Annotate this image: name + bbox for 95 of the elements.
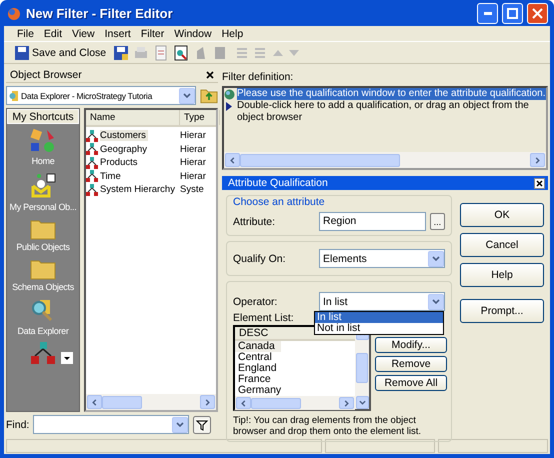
- hierarchy-icon: [86, 170, 98, 182]
- list-item[interactable]: Germany: [235, 385, 288, 396]
- dialog-button[interactable]: Prompt...: [460, 299, 544, 323]
- list-row[interactable]: Products Hierar: [86, 156, 216, 170]
- dialog-button[interactable]: Cancel: [460, 233, 544, 257]
- attribute-label: Attribute:: [233, 216, 276, 228]
- chevron-right-icon: [534, 156, 541, 164]
- close-icon[interactable]: [534, 178, 545, 188]
- shortcut-item[interactable]: My Personal Ob...: [10, 168, 76, 214]
- browse-button[interactable]: ...: [430, 213, 445, 230]
- scrollbar[interactable]: [224, 152, 546, 168]
- shortcut-bar-title: My Shortcuts: [7, 109, 79, 124]
- save-icon: [15, 46, 29, 60]
- preview-icon[interactable]: [173, 44, 190, 60]
- chevron-left-icon: [91, 398, 98, 406]
- menu-item[interactable]: Help: [216, 28, 248, 40]
- hierarchy-icon: [86, 184, 98, 196]
- find-field[interactable]: [33, 415, 190, 434]
- menu-item[interactable]: Edit: [38, 28, 68, 40]
- chevron-right-icon: [204, 398, 211, 406]
- qualify-dropdown[interactable]: Elements: [319, 249, 445, 268]
- menu-item[interactable]: File: [12, 28, 39, 40]
- triangle-icon: [225, 102, 233, 111]
- folder-up-icon[interactable]: [200, 87, 218, 104]
- list-row[interactable]: System Hierarchy Syste: [86, 183, 216, 196]
- app-icon: [6, 5, 22, 21]
- filter-icon[interactable]: [193, 416, 212, 434]
- list-row[interactable]: Geography Hierar: [86, 142, 216, 156]
- person-icon: [29, 172, 57, 200]
- dialog-title: Attribute Qualification: [228, 177, 328, 189]
- scrollbar[interactable]: [86, 394, 216, 410]
- list-item[interactable]: France: [235, 374, 277, 385]
- hierarchy-icon: [86, 130, 98, 142]
- menu-item[interactable]: Filter: [136, 28, 170, 40]
- hierarchy-icon: [86, 156, 98, 169]
- chevron-down-icon: [176, 422, 184, 428]
- chevron-down-icon: [358, 399, 366, 406]
- chevron-left-icon: [240, 400, 247, 406]
- qualify-label: Qualify On:: [233, 252, 287, 264]
- panel-title: Object Browser: [10, 68, 82, 80]
- filter-definition-label: Filter definition:: [222, 71, 294, 83]
- globe-icon: [224, 89, 235, 100]
- list-item[interactable]: England: [235, 363, 283, 374]
- menu-option[interactable]: In list: [315, 312, 443, 323]
- shortcut-item[interactable]: Schema Objects: [12, 254, 74, 294]
- hierarchy-icon: [30, 342, 56, 366]
- shapes-icon: [29, 128, 57, 154]
- operator-label: Operator:: [233, 296, 278, 308]
- shortcut-item[interactable]: Data Explorer: [17, 294, 69, 338]
- list-row[interactable]: Time Hierar: [86, 170, 216, 183]
- close-button[interactable]: [527, 2, 548, 24]
- element-list-label: Element List:: [233, 312, 294, 324]
- chevron-left-icon: [229, 156, 236, 164]
- chevron-down-icon: [432, 256, 440, 262]
- folder-icon: [30, 258, 56, 280]
- dialog-button[interactable]: Help: [460, 263, 544, 287]
- list-button[interactable]: Modify...: [375, 337, 447, 353]
- list-button[interactable]: Remove: [375, 356, 447, 372]
- close-icon: [532, 8, 543, 18]
- attribute-field[interactable]: Region: [319, 212, 426, 231]
- menu-item[interactable]: View: [67, 28, 100, 40]
- maximize-icon: [507, 8, 518, 18]
- minimize-button[interactable]: [477, 2, 498, 24]
- list-row[interactable]: Customers Hierar: [86, 129, 216, 142]
- list-button[interactable]: Remove All: [375, 375, 447, 391]
- menu-item[interactable]: Insert: [100, 28, 136, 40]
- group-title: Choose an attribute: [233, 196, 325, 208]
- hierarchy-icon: [86, 143, 98, 156]
- chevron-down-icon: [432, 298, 440, 304]
- shortcut-item[interactable]: Home: [29, 124, 57, 168]
- operator-dropdown[interactable]: In list: [319, 292, 445, 311]
- chevron-right-icon: [343, 400, 350, 406]
- tip-text: Tip!: You can drag elements from the object browser and drop them onto the element list.: [233, 415, 422, 437]
- save-icon[interactable]: [113, 44, 130, 60]
- dialog-button[interactable]: OK: [460, 203, 544, 227]
- database-icon: [9, 90, 19, 102]
- save-and-close-button[interactable]: Save and Close: [12, 42, 110, 62]
- window-title: New Filter - Filter Editor: [26, 6, 174, 20]
- column-header[interactable]: Name: [86, 110, 180, 125]
- list-item[interactable]: Central: [235, 352, 278, 363]
- filter-definition-box[interactable]: Please use the qualification window to enter the attribute qualification. Double-click here to add a qualification, or drag an object from the object browser: [222, 86, 548, 170]
- scroll-down-icon[interactable]: [61, 352, 73, 364]
- filter-line[interactable]: Double-click here to add a qualification, or drag an object from the object browser: [224, 100, 546, 124]
- chevron-down-icon: [183, 92, 191, 98]
- folder-icon: [30, 218, 56, 240]
- source-dropdown[interactable]: Data Explorer - MicroStrategy Tutoria: [6, 86, 196, 105]
- minimize-icon: [484, 12, 492, 14]
- find-label: Find:: [6, 418, 30, 430]
- column-header[interactable]: Type: [180, 110, 220, 125]
- scrollbar[interactable]: [235, 396, 355, 410]
- menu-item[interactable]: Window: [169, 28, 217, 40]
- maximize-button[interactable]: [502, 2, 523, 24]
- close-icon[interactable]: [206, 70, 214, 78]
- list-item[interactable]: Canada: [235, 341, 281, 352]
- shortcut-item[interactable]: Public Objects: [16, 214, 70, 254]
